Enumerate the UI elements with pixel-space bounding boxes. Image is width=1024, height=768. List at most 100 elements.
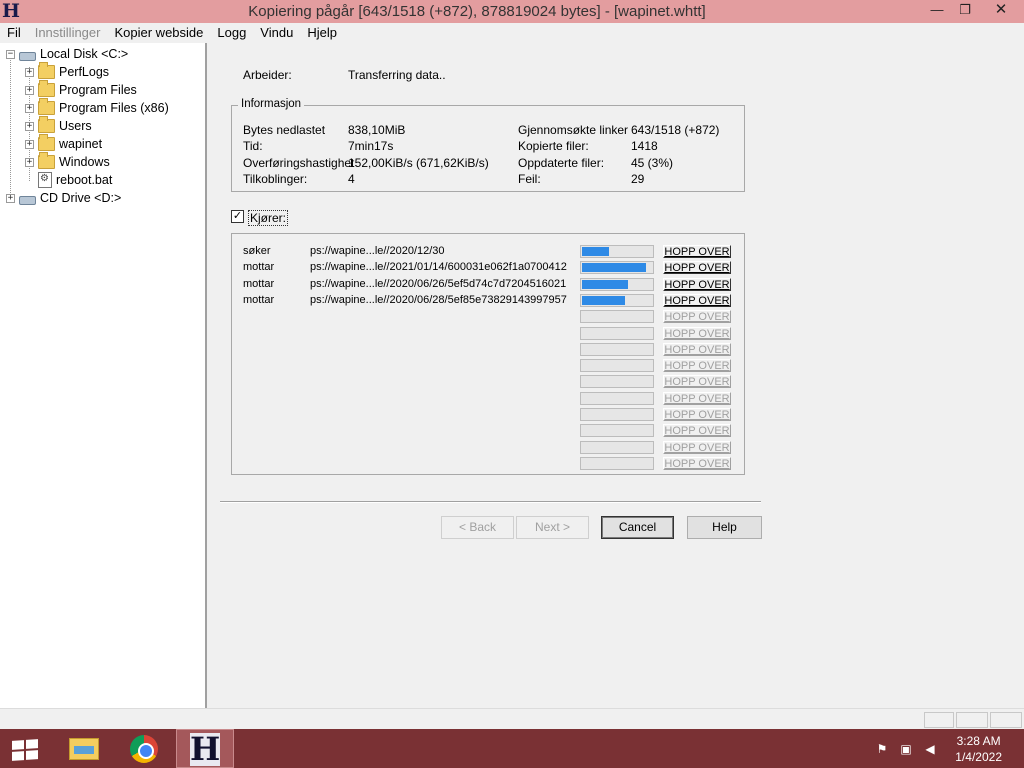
- taskbar: H ⚑ ▣ ◀ 3:28 AM 1/4/2022: [0, 729, 1024, 768]
- errors-label: Feil:: [518, 172, 541, 186]
- menu-help[interactable]: Hjelp: [300, 23, 344, 43]
- taskbar-chrome[interactable]: [116, 729, 171, 768]
- directory-tree[interactable]: − Local Disk <C:> + PerfLogs + Program F…: [0, 43, 207, 708]
- menu-bar: Fil Innstillinger Kopier webside Logg Vi…: [0, 23, 1024, 43]
- tree-node-label: Program Files (x86): [59, 101, 169, 115]
- volume-muted-icon[interactable]: ◀: [922, 741, 938, 757]
- tree-node-label: Program Files: [59, 83, 137, 97]
- tree-node-label: PerfLogs: [59, 65, 110, 79]
- skip-button: HOPP OVER: [663, 326, 731, 340]
- tree-node-program-files-x86[interactable]: + Program Files (x86): [25, 98, 169, 117]
- tree-node-label: wapinet: [59, 137, 103, 151]
- collapse-icon[interactable]: −: [6, 49, 15, 59]
- tree-node-users[interactable]: + Users: [25, 116, 92, 135]
- transfer-url: ps://wapine...le//2021/01/14/600031e062f…: [310, 261, 567, 274]
- batch-file-icon: [38, 172, 52, 188]
- bytes-downloaded-label: Bytes nedlastet: [243, 123, 326, 137]
- windows-logo-icon: [12, 739, 38, 761]
- expand-icon[interactable]: +: [25, 157, 34, 167]
- running-checkbox[interactable]: ✓: [231, 210, 244, 223]
- menu-file[interactable]: Fil: [0, 23, 28, 43]
- tree-node-cd-drive[interactable]: + CD Drive <D:>: [6, 189, 121, 207]
- restore-button[interactable]: ❐: [953, 0, 977, 20]
- help-button[interactable]: Help: [687, 516, 762, 539]
- start-button[interactable]: [0, 729, 55, 768]
- skip-button[interactable]: HOPP OVER: [663, 261, 731, 275]
- transfer-url: ps://wapine...le//2020/06/28/5ef85e73829…: [310, 293, 567, 306]
- expand-icon[interactable]: +: [25, 85, 34, 95]
- expand-icon[interactable]: +: [25, 67, 34, 77]
- skip-button-label: HOPP OVER: [664, 360, 730, 373]
- minimize-button[interactable]: —: [922, 0, 952, 20]
- status-pane: [924, 712, 954, 728]
- progress-panel: Arbeider: Transferring data.. Informasjo…: [209, 43, 1024, 708]
- menu-copy-website[interactable]: Kopier webside: [107, 23, 210, 43]
- status-pane: [990, 712, 1022, 728]
- tree-node-wapinet[interactable]: + wapinet: [25, 134, 103, 153]
- taskbar-httrack[interactable]: H: [176, 729, 234, 768]
- tree-node-windows[interactable]: + Windows: [25, 152, 110, 171]
- expand-icon[interactable]: +: [6, 193, 15, 203]
- tree-node-label: Users: [59, 119, 92, 133]
- transfer-progress-bar: [580, 326, 654, 340]
- skip-button-label: HOPP OVER: [664, 441, 730, 454]
- skip-button: HOPP OVER: [663, 456, 731, 470]
- expand-icon[interactable]: +: [25, 103, 34, 113]
- transfer-progress-fill: [582, 263, 646, 273]
- links-scanned-label: Gjennomsøkte linker: [518, 123, 629, 137]
- tree-node-label: Windows: [59, 155, 110, 169]
- skip-button-label: HOPP OVER: [664, 278, 730, 291]
- folder-icon: [38, 152, 55, 169]
- transfer-rate-label: Overføringshastighet: [243, 156, 355, 170]
- tree-node-perflogs[interactable]: + PerfLogs: [25, 62, 110, 81]
- worker-value: Transferring data..: [348, 68, 446, 82]
- clock-time: 3:28 AM: [956, 734, 1001, 748]
- transfer-progress-bar: [580, 245, 654, 258]
- transfer-progress-bar: [580, 375, 654, 389]
- expand-icon[interactable]: +: [25, 139, 34, 149]
- transfers-groupbox: søker ps://wapine...le//2020/12/30 HOPP OV…: [231, 233, 745, 475]
- info-group-title: Informasjon: [238, 98, 305, 110]
- cancel-button[interactable]: Cancel: [601, 516, 674, 539]
- files-copied-label: Kopierte filer:: [518, 139, 589, 153]
- skip-button: HOPP OVER: [663, 342, 731, 356]
- files-copied-value: 1418: [631, 139, 658, 153]
- httrack-app-icon[interactable]: H: [2, 2, 20, 21]
- status-pane: [956, 712, 988, 728]
- menu-window[interactable]: Vindu: [253, 23, 300, 43]
- time-label: Tid:: [243, 139, 263, 153]
- folder-icon: [38, 134, 55, 151]
- taskbar-file-explorer[interactable]: [55, 729, 110, 768]
- status-bar: [0, 708, 1024, 729]
- close-button[interactable]: ✕: [978, 0, 1024, 20]
- skip-button: HOPP OVER: [663, 391, 731, 405]
- folder-icon: [38, 80, 55, 97]
- back-button: < Back: [441, 516, 514, 539]
- menu-log[interactable]: Logg: [210, 23, 253, 43]
- tree-node-local-disk[interactable]: − Local Disk <C:>: [6, 45, 128, 63]
- skip-button: HOPP OVER: [663, 408, 731, 421]
- info-groupbox: Informasjon Bytes nedlastet 838,10MiB Ti…: [231, 98, 745, 192]
- bytes-downloaded-value: 838,10MiB: [348, 123, 406, 137]
- skip-button[interactable]: HOPP OVER: [663, 245, 731, 258]
- skip-button-label: HOPP OVER: [664, 294, 730, 307]
- skip-button[interactable]: HOPP OVER: [663, 277, 731, 291]
- skip-button[interactable]: HOPP OVER: [663, 293, 731, 307]
- worker-label: Arbeider:: [243, 68, 292, 82]
- transfer-status: mottar: [243, 293, 275, 306]
- folder-icon: [38, 62, 55, 79]
- network-icon[interactable]: ▣: [898, 741, 914, 757]
- transfer-status: mottar: [243, 261, 275, 274]
- tree-node-label: Local Disk <C:>: [40, 47, 129, 61]
- disk-icon: [19, 51, 36, 61]
- skip-button-label: HOPP OVER: [664, 327, 730, 340]
- skip-button: HOPP OVER: [663, 375, 731, 389]
- transfer-rate-value: 152,00KiB/s (671,62KiB/s): [348, 156, 489, 170]
- chrome-icon: [130, 735, 158, 763]
- expand-icon[interactable]: +: [25, 121, 34, 131]
- running-label[interactable]: Kjører:: [248, 210, 288, 226]
- system-clock[interactable]: 3:28 AM 1/4/2022: [955, 733, 1002, 765]
- tree-node-reboot-bat[interactable]: reboot.bat: [38, 171, 112, 189]
- tree-node-program-files[interactable]: + Program Files: [25, 80, 137, 99]
- action-center-flag-icon[interactable]: ⚑: [874, 741, 890, 757]
